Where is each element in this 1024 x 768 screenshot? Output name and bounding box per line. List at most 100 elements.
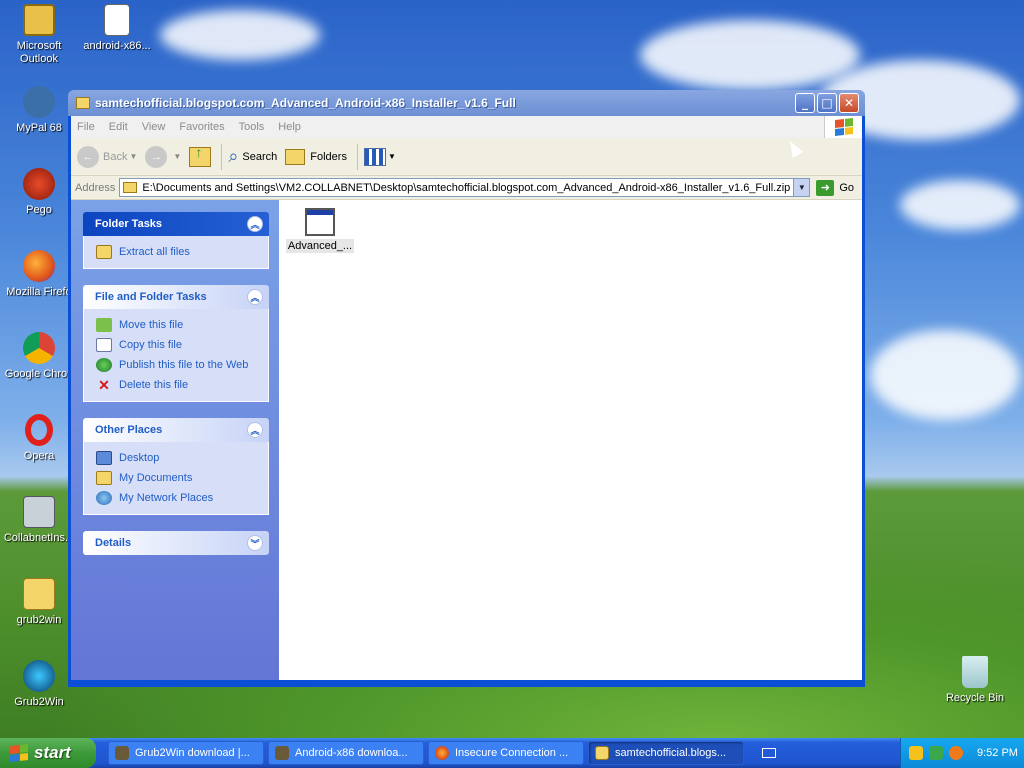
windows-flag-icon: [834, 118, 853, 136]
chevron-down-icon: ▼: [387, 152, 396, 161]
move-icon: [96, 318, 112, 332]
installer-icon: [23, 496, 55, 528]
desktop-icon-grub2win-zip[interactable]: grub2win: [0, 578, 78, 627]
go-arrow-icon: ➜: [816, 179, 835, 196]
taskbar-task-android-x86[interactable]: Android-x86 downloa...: [268, 741, 424, 765]
system-tray: 9:52 PM: [900, 738, 1024, 768]
desktop-icon-mypal[interactable]: MyPal 68: [0, 86, 78, 135]
menu-bar: File Edit View Favorites Tools Help: [71, 116, 862, 138]
desktop-icon-chrome[interactable]: Google Chron: [0, 332, 78, 381]
task-publish-web[interactable]: Publish this file to the Web: [96, 355, 258, 375]
address-label: Address: [75, 181, 116, 194]
taskbar-task-insecure-connection[interactable]: Insecure Connection ...: [428, 741, 584, 765]
desktop-icon-grub2win[interactable]: Grub2Win: [0, 660, 78, 709]
address-input[interactable]: E:\Documents and Settings\VM2.COLLABNET\…: [119, 178, 795, 197]
desktop-icon-collabnet[interactable]: CollabnetIns...: [0, 496, 78, 545]
desktop-icon-outlook[interactable]: Microsoft Outlook: [0, 4, 78, 66]
application-window-icon: [305, 208, 335, 236]
other-places-header[interactable]: Other Places ︽: [83, 418, 269, 442]
collapse-chevron-icon[interactable]: ︽: [247, 289, 263, 305]
folder-tasks-header[interactable]: Folder Tasks ︽: [83, 212, 269, 236]
cloud: [900, 180, 1020, 230]
collapse-chevron-icon[interactable]: ︽: [247, 216, 263, 232]
file-folder-tasks-panel: File and Folder Tasks ︽ Move this file C…: [83, 285, 269, 402]
views-button[interactable]: ▼: [363, 147, 396, 166]
forward-button[interactable]: → ▼: [145, 145, 182, 168]
network-icon[interactable]: [929, 746, 943, 760]
folders-icon: [285, 148, 306, 165]
address-dropdown-button[interactable]: ▼: [794, 178, 811, 197]
task-extract-all[interactable]: Extract all files: [96, 242, 258, 262]
task-move-file[interactable]: Move this file: [96, 315, 258, 335]
clock[interactable]: 9:52 PM: [977, 747, 1018, 759]
back-button[interactable]: ← Back ▼: [77, 145, 138, 168]
menu-file[interactable]: File: [77, 121, 95, 133]
zip-folder-icon: [123, 182, 138, 193]
grub2win-icon: [23, 660, 55, 692]
taskbar-tasks: Grub2Win download |... Android-x86 downl…: [108, 741, 748, 765]
desktop-icon: [96, 451, 112, 465]
menu-help[interactable]: Help: [278, 121, 301, 133]
title-bar[interactable]: samtechofficial.blogspot.com_Advanced_An…: [68, 90, 865, 116]
globe-icon: [96, 358, 112, 372]
expand-chevron-icon[interactable]: ︾: [247, 535, 263, 551]
cloud: [160, 10, 320, 60]
task-copy-file[interactable]: Copy this file: [96, 335, 258, 355]
file-folder-tasks-header[interactable]: File and Folder Tasks ︽: [83, 285, 269, 309]
taskbar-task-grub2win[interactable]: Grub2Win download |...: [108, 741, 264, 765]
menu-tools[interactable]: Tools: [239, 121, 265, 133]
place-desktop[interactable]: Desktop: [96, 448, 258, 468]
other-places-panel: Other Places ︽ Desktop My Documents My N…: [83, 418, 269, 515]
taskbar-task-samtechofficial[interactable]: samtechofficial.blogs...: [588, 741, 744, 765]
desktop-icon-recycle-bin[interactable]: Recycle Bin: [936, 656, 1014, 705]
menu-favorites[interactable]: Favorites: [179, 121, 224, 133]
window-title: samtechofficial.blogspot.com_Advanced_An…: [95, 96, 516, 110]
task-delete-file[interactable]: ✕ Delete this file: [96, 375, 258, 395]
keyboard-icon[interactable]: [762, 748, 776, 758]
views-icon: [363, 147, 386, 166]
start-button[interactable]: start: [0, 738, 96, 768]
details-header[interactable]: Details ︾: [83, 531, 269, 555]
menu-edit[interactable]: Edit: [109, 121, 128, 133]
toolbar-separator: [356, 143, 358, 170]
go-button[interactable]: ➜ Go: [816, 179, 854, 196]
desktop-icon-opera[interactable]: Opera: [0, 414, 78, 463]
place-my-documents[interactable]: My Documents: [96, 468, 258, 488]
desktop-icon-android-x86[interactable]: android-x86...: [78, 4, 156, 53]
recycle-bin-icon: [962, 656, 988, 688]
document-icon: [104, 4, 130, 36]
chevron-down-icon: ▼: [173, 152, 182, 161]
extract-icon: [96, 245, 112, 259]
close-button[interactable]: ✕: [839, 93, 859, 113]
desktop-icon-firefox[interactable]: Mozilla Firefo: [0, 250, 78, 299]
details-panel: Details ︾: [83, 531, 269, 555]
explorer-window: samtechofficial.blogspot.com_Advanced_An…: [68, 90, 865, 687]
file-item[interactable]: Advanced_...: [284, 208, 356, 253]
desktop-icon-pego[interactable]: Pego: [0, 168, 78, 217]
search-button[interactable]: ⌕ Search: [228, 146, 277, 167]
file-list-area[interactable]: Advanced_...: [279, 200, 862, 680]
network-places-icon: [96, 491, 112, 505]
up-folder-button[interactable]: ↑: [189, 144, 212, 167]
opera-icon: [25, 414, 53, 446]
search-icon: ⌕: [228, 146, 239, 166]
maximize-button[interactable]: □: [817, 93, 837, 113]
minimize-button[interactable]: _: [795, 93, 815, 113]
other-places-body: Desktop My Documents My Network Places: [83, 442, 269, 515]
chevron-down-icon: ▼: [129, 152, 138, 161]
menu-view[interactable]: View: [142, 121, 166, 133]
place-my-network-places[interactable]: My Network Places: [96, 488, 258, 508]
address-value: E:\Documents and Settings\VM2.COLLABNET\…: [142, 181, 791, 194]
folder-tasks-panel: Folder Tasks ︽ Extract all files: [83, 212, 269, 269]
windows-logo: [824, 116, 862, 138]
security-shield-icon[interactable]: [909, 746, 923, 760]
file-name: Advanced_...: [285, 239, 355, 253]
toolbar-separator: [221, 143, 223, 170]
folders-button[interactable]: Folders: [285, 148, 347, 165]
up-folder-icon: ↑: [189, 144, 212, 167]
browser-icon: [115, 746, 129, 760]
copy-icon: [96, 338, 112, 352]
collapse-chevron-icon[interactable]: ︽: [247, 422, 263, 438]
zip-folder-icon: [76, 97, 90, 109]
search-tray-icon[interactable]: [949, 746, 963, 760]
